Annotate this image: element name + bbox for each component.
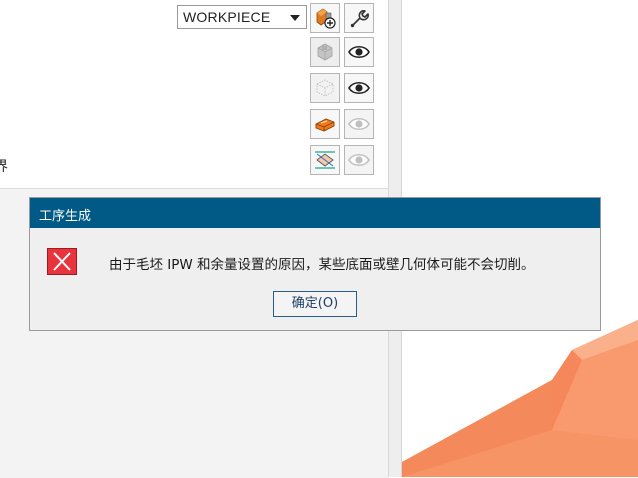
new-geometry-button[interactable] <box>310 3 340 33</box>
specify-fixture-button[interactable] <box>310 145 340 175</box>
wrench-icon <box>350 10 369 28</box>
display-fixture-button[interactable] <box>344 145 374 175</box>
new-geometry-icon <box>316 8 336 29</box>
geometry-select[interactable]: WORKPIECE <box>177 5 307 29</box>
check-body-icon <box>315 118 335 132</box>
eye-icon <box>348 45 370 59</box>
fixture-body-icon <box>315 151 335 169</box>
specify-part-button[interactable] <box>310 37 340 67</box>
dialog-title: 工序生成 <box>39 209 92 224</box>
ok-button[interactable]: 确定(O) <box>273 291 357 317</box>
blank-body-icon <box>316 79 334 97</box>
part-body-icon <box>317 43 333 61</box>
operation-generation-dialog: 工序生成 由于毛坯 IPW 和余量设置的原因，某些底面或壁几何体可能不会切削。 … <box>29 197 601 331</box>
cutoff-label: 界 <box>0 159 8 174</box>
eye-icon <box>348 117 370 131</box>
geometry-select-value: WORKPIECE <box>183 9 271 25</box>
eye-icon <box>348 153 370 167</box>
error-icon <box>47 248 77 275</box>
specify-check-button[interactable] <box>310 109 340 139</box>
specify-blank-button[interactable] <box>310 73 340 103</box>
dialog-title-bar[interactable]: 工序生成 <box>30 198 600 228</box>
display-part-button[interactable] <box>344 37 374 67</box>
display-check-button[interactable] <box>344 109 374 139</box>
display-blank-button[interactable] <box>344 73 374 103</box>
chevron-down-icon <box>290 15 300 21</box>
edit-geometry-button[interactable] <box>344 3 374 33</box>
dialog-message: 由于毛坯 IPW 和余量设置的原因，某些底面或壁几何体可能不会切削。 <box>109 257 535 273</box>
eye-icon <box>348 81 370 95</box>
